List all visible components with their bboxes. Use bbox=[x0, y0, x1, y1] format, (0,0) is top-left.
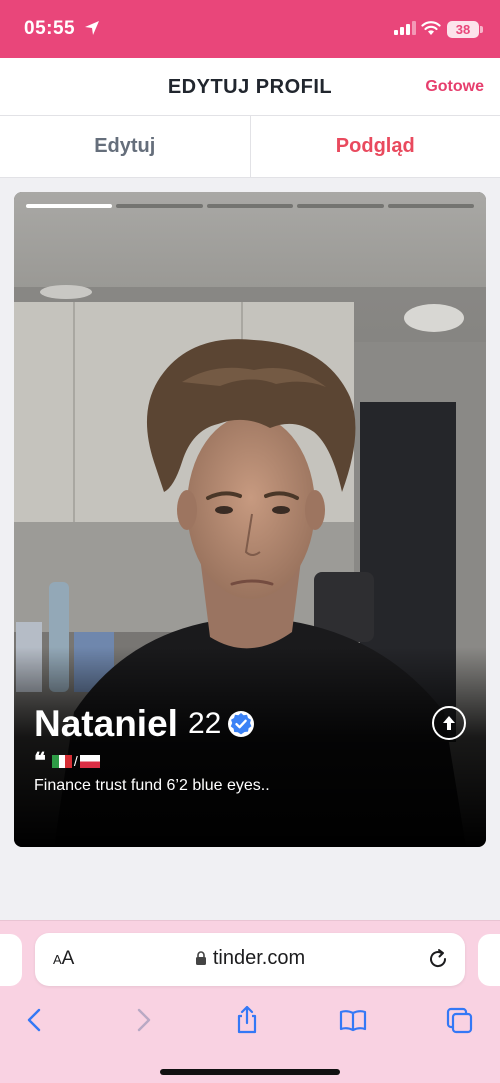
flag-separator: / bbox=[73, 753, 78, 769]
tab-preview[interactable]: Podgląd bbox=[251, 116, 500, 177]
photo-progress-segment bbox=[26, 204, 113, 208]
address-bar[interactable]: AA tinder.com bbox=[35, 933, 465, 986]
forward-icon[interactable] bbox=[128, 1005, 158, 1035]
cellular-signal-icon bbox=[394, 21, 416, 35]
status-bar: 05:55 38 bbox=[0, 0, 500, 58]
app-header: EDYTUJ PROFIL Gotowe bbox=[0, 58, 500, 116]
poland-flag-icon bbox=[79, 754, 100, 768]
photo-progress-segment bbox=[387, 204, 475, 208]
next-tab-preview[interactable] bbox=[478, 934, 500, 986]
previous-tab-preview[interactable] bbox=[0, 934, 22, 986]
name-row: Nataniel 22 bbox=[34, 703, 416, 745]
browser-toolbar bbox=[0, 999, 500, 1043]
wifi-icon bbox=[421, 21, 441, 35]
url-display[interactable]: tinder.com bbox=[35, 947, 465, 970]
verified-badge-icon bbox=[228, 711, 255, 737]
arrow-up-icon bbox=[443, 716, 455, 730]
profile-details-button[interactable] bbox=[432, 706, 466, 740]
tab-bar: Edytuj Podgląd bbox=[0, 116, 500, 178]
home-indicator bbox=[160, 1069, 340, 1075]
done-button[interactable]: Gotowe bbox=[425, 78, 484, 96]
bookmarks-icon[interactable] bbox=[338, 1005, 368, 1035]
photo-progress-segment bbox=[116, 204, 203, 208]
status-time: 05:55 bbox=[24, 18, 76, 39]
share-icon[interactable] bbox=[232, 1005, 262, 1035]
profile-bio: Finance trust fund 6’2 blue eyes.. bbox=[34, 777, 270, 794]
profile-info: Nataniel 22 ❝ / Finance trust fund 6’2 b… bbox=[34, 703, 416, 795]
profile-card[interactable]: Nataniel 22 ❝ / Finance trust fund 6’2 b… bbox=[14, 192, 486, 847]
browser-bar: AA tinder.com bbox=[0, 920, 500, 1083]
back-icon[interactable] bbox=[20, 1005, 50, 1035]
battery-indicator: 38 bbox=[447, 21, 479, 38]
battery-tip bbox=[480, 26, 483, 33]
tab-edit[interactable]: Edytuj bbox=[0, 116, 251, 177]
photo-progress bbox=[26, 204, 475, 208]
location-arrow-icon bbox=[85, 21, 99, 35]
tabs-icon[interactable] bbox=[444, 1005, 474, 1035]
quote-icon: ❝ bbox=[34, 748, 46, 773]
photo-progress-segment bbox=[206, 204, 294, 208]
photo-progress-segment bbox=[297, 204, 384, 208]
lock-icon bbox=[195, 951, 206, 965]
italy-flag-icon bbox=[51, 754, 72, 768]
anthem-row: ❝ / bbox=[34, 748, 416, 773]
reload-icon[interactable] bbox=[427, 948, 449, 970]
profile-age: 22 bbox=[187, 707, 222, 740]
profile-name: Nataniel bbox=[34, 703, 178, 744]
url-text: tinder.com bbox=[212, 947, 306, 969]
